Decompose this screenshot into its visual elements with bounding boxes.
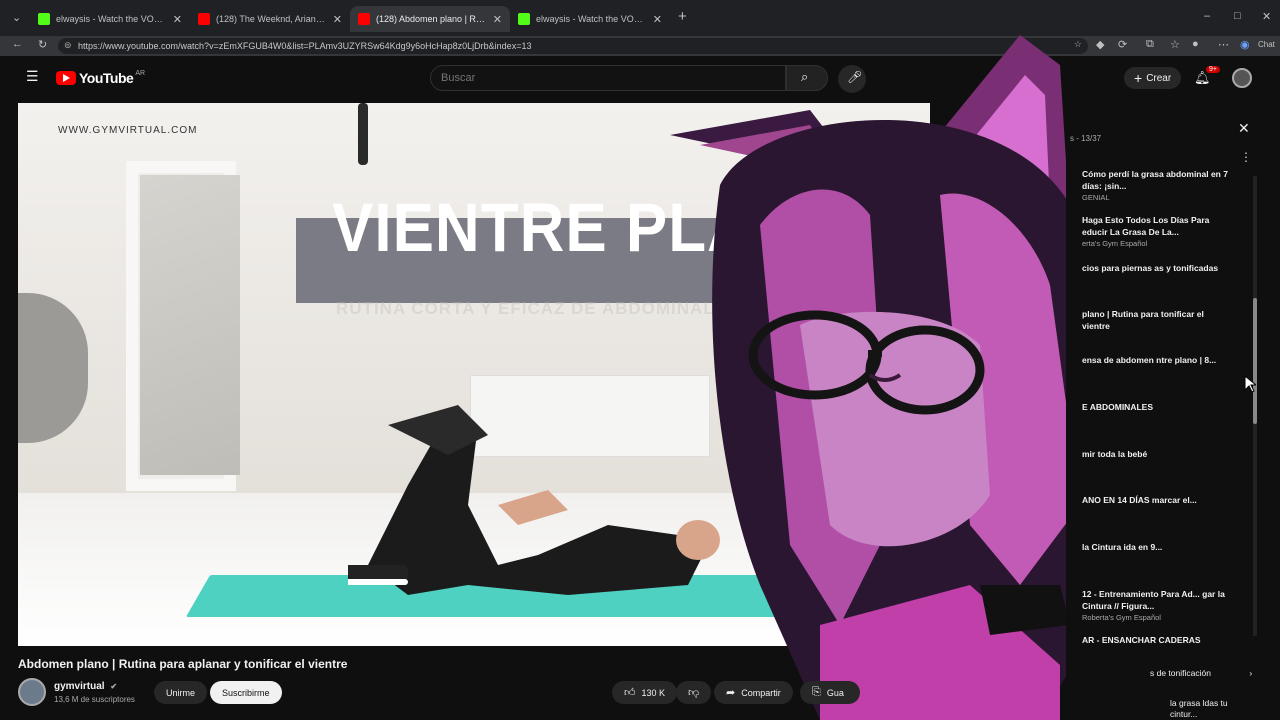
playlist-item-title: Cómo perdí la grasa abdominal en 7 días:… (1082, 169, 1228, 191)
reload-icon[interactable]: ↻ (38, 38, 47, 51)
mirror-glass (140, 175, 240, 475)
url-text: https://www.youtube.com/watch?v=zEmXFGUB… (78, 41, 532, 51)
country-code: AR (135, 69, 146, 77)
chip-label: s de tonificación (1150, 668, 1211, 678)
channel-name-text: gymvirtual (54, 681, 105, 692)
tab-title: (128) Abdomen plano | Rutina para (376, 14, 487, 24)
verified-check-icon: ✔ (110, 682, 118, 691)
channel-name[interactable]: gymvirtual ✔ (54, 681, 117, 692)
playlist-more-icon[interactable]: ⋮ (1240, 150, 1252, 164)
playlist-item[interactable]: Cómo perdí la grasa abdominal en 7 días:… (1082, 168, 1232, 204)
kick-favicon-icon (518, 13, 530, 25)
thumbs-down-icon: 👎︎ (688, 687, 700, 699)
account-avatar[interactable] (1232, 68, 1252, 88)
playlist-item-channel: GENIAL (1082, 193, 1110, 202)
video-title: Abdomen plano | Rutina para aplanar y to… (18, 657, 348, 671)
dislike-button[interactable]: 👎︎ (676, 681, 712, 704)
save-label: Gua (826, 687, 844, 698)
playlist-item-title: la Cintura ida en 9... (1082, 542, 1163, 552)
site-info-icon[interactable]: ⊜ (64, 40, 72, 51)
browser-tab-1[interactable]: elwaysis - Watch the VOD on Kick ✕ (30, 6, 190, 32)
playlist-item[interactable]: 12 - Entrenamiento Para Ad... gar la Cin… (1082, 588, 1232, 624)
tab-close-icon[interactable]: ✕ (173, 13, 182, 26)
playlist-item-channel: erta's Gym Español (1082, 239, 1148, 248)
thumbs-up-icon: 👍︎ (624, 687, 636, 699)
playlist-item[interactable]: ANO EN 14 DÍAS marcar el... (1082, 494, 1232, 506)
like-count: 130 K (641, 687, 666, 698)
kick-favicon-icon (38, 13, 50, 25)
like-button[interactable]: 👍︎ 130 K (612, 681, 678, 704)
tab-close-icon[interactable]: ✕ (333, 13, 342, 26)
tab-close-icon[interactable]: ✕ (493, 13, 502, 26)
channel-avatar[interactable] (18, 678, 46, 706)
favorites-icon[interactable]: ☆ (1170, 38, 1180, 51)
playlist-item-title: Haga Esto Todos Los Días Para educir La … (1082, 215, 1210, 237)
bookmark-icon: ⎘ (812, 686, 821, 698)
playlist-item-title: cios para piernas as y tonificadas (1082, 263, 1219, 273)
subscriber-count: 13,6 M de suscriptores (54, 695, 135, 704)
playlist-item[interactable]: la Cintura ida en 9... (1082, 541, 1232, 553)
maximize-icon[interactable]: □ (1234, 10, 1241, 22)
tab-title: (128) The Weeknd, Ariana Grande (216, 14, 327, 24)
playlist-item-title: 12 - Entrenamiento Para Ad... gar la Cin… (1082, 589, 1225, 611)
playlist-item-title: AR - ENSANCHAR CADERAS (1082, 635, 1201, 645)
join-button[interactable]: Unirme (154, 681, 208, 704)
window-close-icon[interactable]: ✕ (1262, 10, 1271, 23)
playlist-item-title: E ABDOMINALES (1082, 402, 1153, 412)
playlist-item-title: ANO EN 14 DÍAS marcar el... (1082, 495, 1197, 505)
recommended-item[interactable]: la grasa ldas tu cintur... (1170, 698, 1240, 720)
playlist-item[interactable]: E ABDOMINALES (1082, 401, 1232, 413)
notification-badge: 9+ (1206, 66, 1220, 73)
chevron-right-icon[interactable]: › (1249, 668, 1252, 678)
youtube-logo[interactable]: YouTube AR (56, 70, 145, 86)
playlist-item-current[interactable]: plano | Rutina para tonificar el vientre (1082, 308, 1232, 332)
minimize-icon[interactable]: – (1204, 10, 1210, 22)
subscribe-button[interactable]: Suscribirme (210, 681, 282, 704)
share-icon: ➦ (726, 687, 736, 699)
youtube-play-icon (56, 71, 76, 85)
playlist-item[interactable]: AR - ENSANCHAR CADERAS (1082, 634, 1232, 646)
chat-label[interactable]: Chat (1258, 40, 1275, 49)
recommended-item-title: la grasa ldas tu cintur... (1170, 698, 1228, 719)
browser-tab-3[interactable]: (128) Abdomen plano | Rutina para ✕ (350, 6, 510, 32)
playlist-item-title: ensa de abdomen ntre plano | 8... (1082, 355, 1217, 365)
playlist-close-icon[interactable]: ✕ (1238, 120, 1250, 137)
fan-blade (358, 103, 368, 165)
tab-close-icon[interactable]: ✕ (653, 13, 662, 26)
playlist-item-title: mir toda la bebé (1082, 449, 1148, 459)
hamburger-menu-icon[interactable]: ☰ (26, 68, 39, 85)
youtube-favicon-icon (358, 13, 370, 25)
browser-tab-2[interactable]: (128) The Weeknd, Ariana Grande ✕ (190, 6, 350, 32)
back-icon[interactable]: ← (12, 38, 23, 50)
chips-row[interactable]: s de tonificación › (1150, 668, 1252, 678)
browser-menu-icon[interactable]: ⋯ (1218, 38, 1229, 51)
share-label: Compartir (741, 687, 781, 698)
mouse-cursor-icon (1244, 375, 1256, 393)
playlist-item[interactable]: cios para piernas as y tonificadas (1082, 262, 1232, 274)
playlist-item[interactable]: ensa de abdomen ntre plano | 8... (1082, 354, 1232, 366)
share-button[interactable]: ➦ Compartir (714, 681, 793, 704)
playlist-item[interactable]: Haga Esto Todos Los Días Para educir La … (1082, 214, 1232, 250)
tab-list-icon[interactable]: ⌄ (12, 11, 21, 24)
copilot-icon[interactable]: ◉ (1240, 38, 1250, 51)
playlist-count: s - 13/37 (1070, 134, 1102, 143)
profile-icon[interactable]: ● (1192, 38, 1199, 50)
playlist-item[interactable]: mir toda la bebé (1082, 448, 1232, 460)
save-button[interactable]: ⎘ Gua (800, 681, 860, 704)
youtube-favicon-icon (198, 13, 210, 25)
tab-title: elwaysis - Watch the VOD on Kick (56, 14, 167, 24)
playlist-item-channel: Roberta's Gym Español (1082, 613, 1161, 622)
playlist-item-title: plano | Rutina para tonificar el vientre (1082, 309, 1204, 331)
new-tab-button[interactable]: + (678, 8, 687, 25)
tab-title: elwaysis - Watch the VOD on Kick (536, 14, 647, 24)
video-watermark: WWW.GYMVIRTUAL.COM (58, 125, 198, 136)
logo-text: YouTube (79, 70, 134, 86)
playlist-scroll-thumb[interactable] (1253, 298, 1257, 424)
